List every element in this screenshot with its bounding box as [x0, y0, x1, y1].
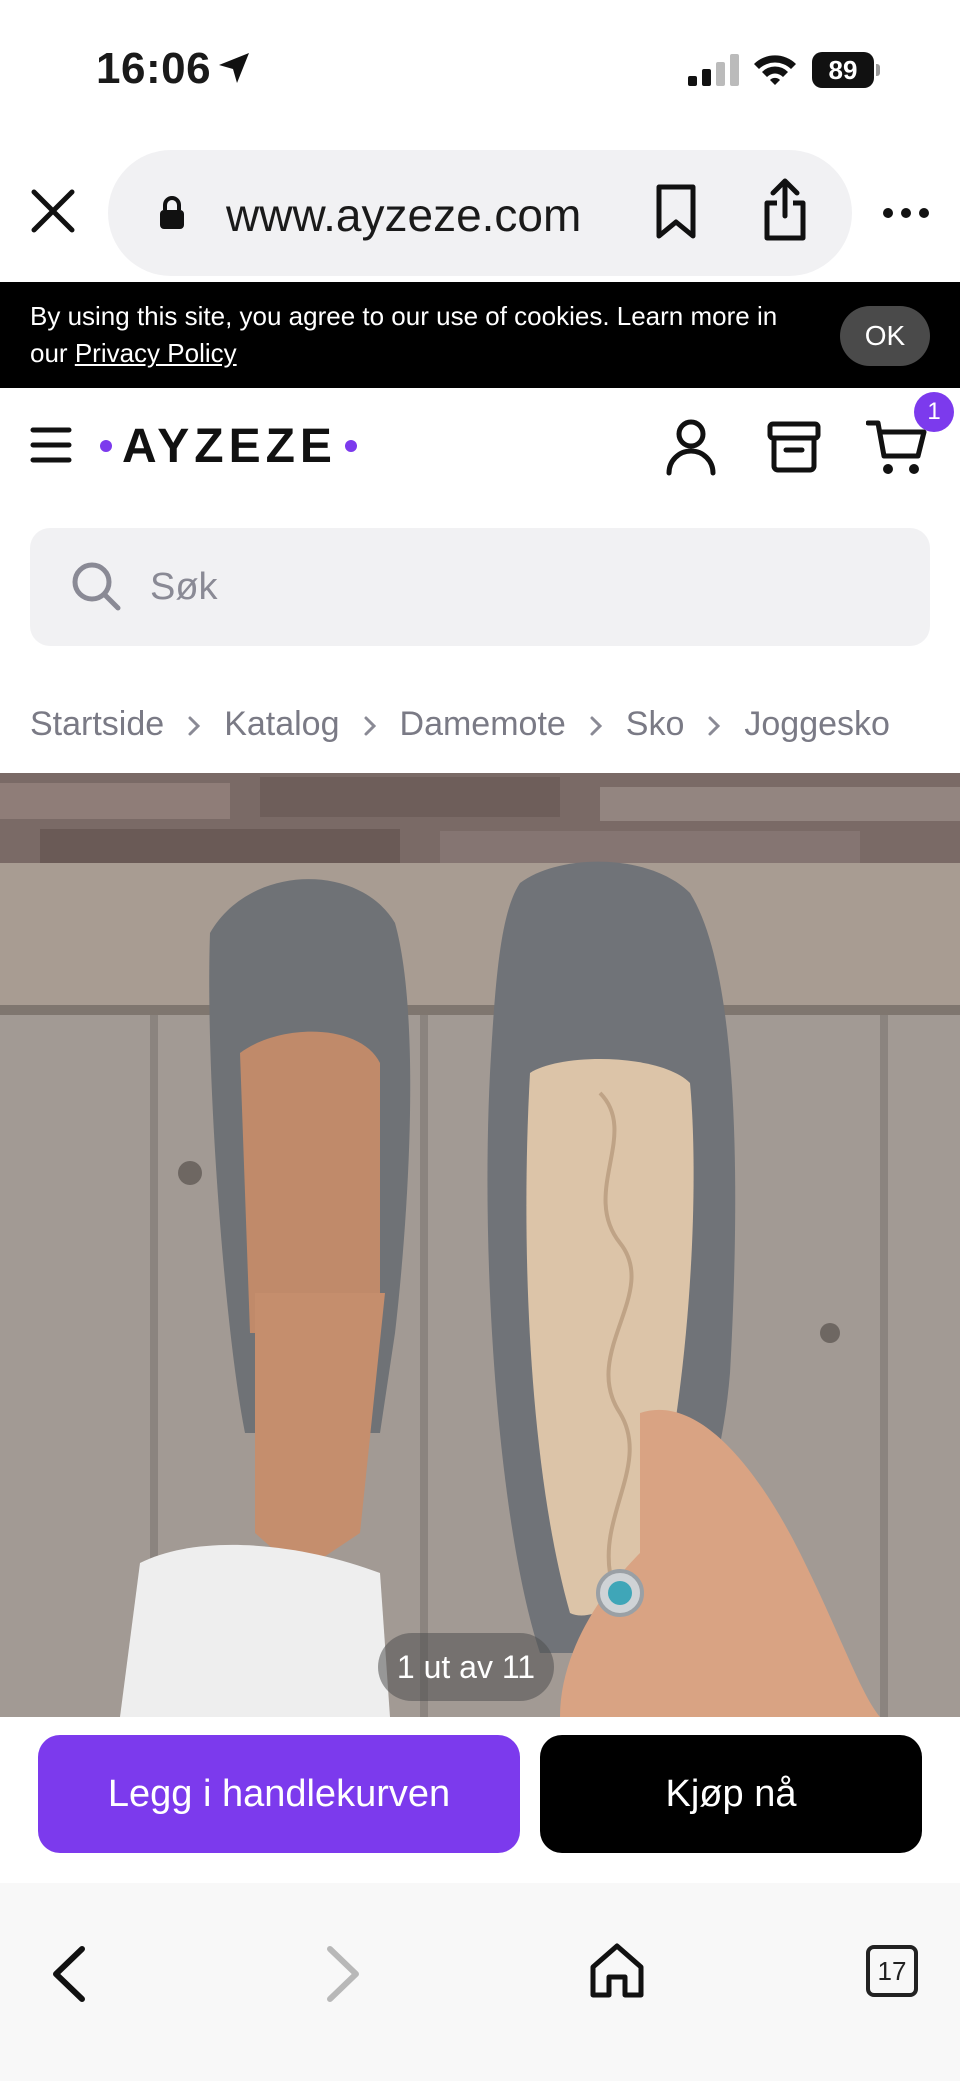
- cookie-banner: By using this site, you agree to our use…: [0, 282, 960, 388]
- logo-dot-left: [100, 440, 112, 452]
- chevron-right-icon: [340, 705, 400, 744]
- status-time: 16:06: [96, 44, 212, 93]
- product-photo: [0, 773, 960, 1717]
- breadcrumb-item-damemote[interactable]: Damemote: [400, 705, 566, 744]
- orders-icon[interactable]: [766, 420, 822, 474]
- bookmark-icon[interactable]: [654, 184, 698, 240]
- logo-text: AYZEZE: [122, 419, 337, 473]
- forward-icon[interactable]: [322, 1943, 364, 2005]
- cart-icon[interactable]: [866, 418, 928, 476]
- more-icon[interactable]: [882, 198, 930, 228]
- home-icon[interactable]: [588, 1941, 646, 2001]
- buy-now-button[interactable]: Kjøp nå: [540, 1735, 922, 1853]
- breadcrumb: Startside Katalog Damemote Sko Joggesko: [30, 702, 890, 746]
- tabs-icon[interactable]: 17: [866, 1945, 918, 1997]
- status-bar: 16:06 89: [0, 0, 960, 140]
- back-icon[interactable]: [48, 1943, 90, 2005]
- wifi-icon: [754, 55, 796, 85]
- address-bar[interactable]: www.ayzeze.com: [108, 150, 852, 276]
- cart-count-badge: 1: [914, 392, 954, 432]
- menu-icon[interactable]: [30, 426, 72, 464]
- product-image[interactable]: 1 ut av 11: [0, 773, 960, 1717]
- signal-icon: [688, 54, 739, 86]
- browser-toolbar: 17: [0, 1883, 960, 2081]
- site-logo[interactable]: AYZEZE: [100, 418, 357, 474]
- chevron-right-icon: [566, 705, 626, 744]
- chevron-right-icon: [684, 705, 744, 744]
- breadcrumb-item-joggesko[interactable]: Joggesko: [744, 705, 890, 744]
- purchase-actions: Legg i handlekurven Kjøp nå: [0, 1717, 960, 1883]
- close-icon[interactable]: [30, 188, 76, 234]
- cookie-text: By using this site, you agree to our use…: [30, 298, 790, 372]
- user-icon[interactable]: [664, 418, 718, 476]
- battery-level: 89: [812, 52, 874, 88]
- image-counter: 1 ut av 11: [378, 1633, 554, 1701]
- privacy-policy-link[interactable]: Privacy Policy: [75, 338, 237, 368]
- battery-icon: 89: [812, 52, 880, 88]
- search-icon: [72, 562, 121, 611]
- breadcrumb-item-katalog[interactable]: Katalog: [224, 705, 339, 744]
- share-icon[interactable]: [762, 178, 808, 242]
- chevron-right-icon: [164, 705, 224, 744]
- logo-dot-right: [344, 440, 357, 452]
- search-box[interactable]: [30, 528, 930, 646]
- add-to-cart-button[interactable]: Legg i handlekurven: [38, 1735, 520, 1853]
- location-arrow-icon: [219, 53, 249, 83]
- search-input[interactable]: [150, 558, 890, 616]
- cookie-ok-button[interactable]: OK: [840, 306, 930, 366]
- breadcrumb-item-startside[interactable]: Startside: [30, 705, 164, 744]
- url-text[interactable]: www.ayzeze.com: [226, 188, 581, 242]
- breadcrumb-item-sko[interactable]: Sko: [626, 705, 685, 744]
- lock-icon: [160, 196, 184, 229]
